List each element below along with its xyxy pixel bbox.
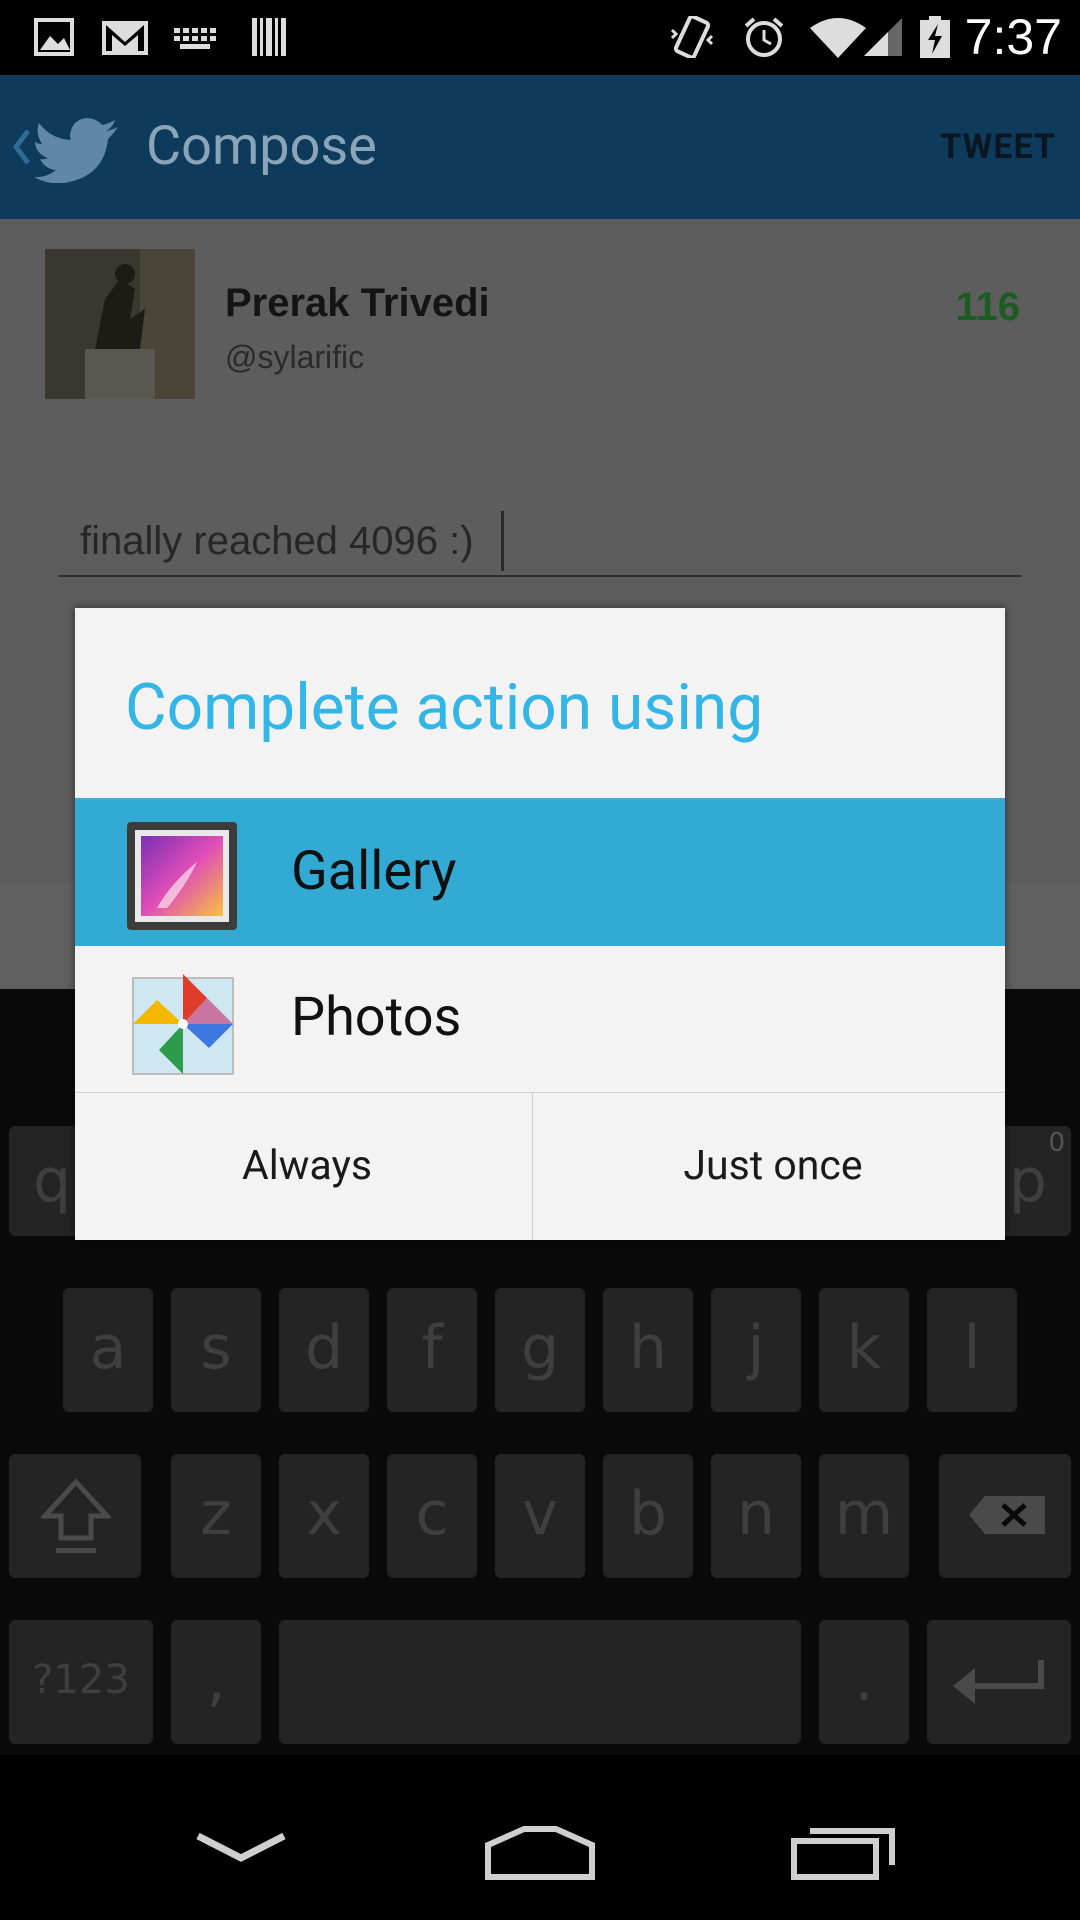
recent-apps-icon[interactable]: [790, 1825, 898, 1881]
back-chevron-icon[interactable]: [194, 1830, 288, 1870]
button-separator: [532, 1093, 533, 1240]
key-a[interactable]: a: [63, 1288, 153, 1412]
keyboard-icon: [174, 28, 216, 49]
enter-key[interactable]: [927, 1620, 1071, 1744]
tweet-text: finally reached 4096 :): [80, 519, 474, 563]
tweet-input[interactable]: finally reached 4096 :): [58, 509, 1022, 577]
app-item-photos[interactable]: Photos: [75, 946, 1005, 1092]
key-h[interactable]: h: [603, 1288, 693, 1412]
clock: 7:37: [964, 9, 1062, 65]
key-j[interactable]: j: [711, 1288, 801, 1412]
key-n[interactable]: n: [711, 1454, 801, 1578]
wifi-icon: [810, 18, 866, 58]
always-button[interactable]: Always: [75, 1093, 539, 1240]
app-item-gallery[interactable]: Gallery: [75, 800, 1005, 946]
app-label-gallery: Gallery: [291, 840, 457, 903]
twitter-bird-icon[interactable]: [34, 117, 120, 183]
alarm-icon: [744, 17, 784, 57]
chevron-left-icon[interactable]: [12, 127, 32, 167]
space-key[interactable]: [279, 1620, 801, 1744]
user-name: Prerak Trivedi: [225, 281, 490, 325]
key-s[interactable]: s: [171, 1288, 261, 1412]
avatar[interactable]: [45, 249, 195, 399]
key-x[interactable]: x: [279, 1454, 369, 1578]
image-notification-icon: [34, 18, 74, 56]
shift-arrow-icon: [41, 1478, 111, 1553]
battery-charging-icon: [920, 16, 950, 58]
backspace-icon: [969, 1496, 1045, 1534]
key-p-hint: 0: [1048, 1128, 1065, 1158]
backspace-key[interactable]: [939, 1454, 1071, 1578]
period-key[interactable]: .: [819, 1620, 909, 1744]
gallery-icon: [127, 822, 237, 930]
avatar-image: [45, 249, 195, 399]
comma-key[interactable]: ,: [171, 1620, 261, 1744]
character-count: 116: [955, 285, 1020, 329]
key-v[interactable]: v: [495, 1454, 585, 1578]
dialog-title: Complete action using: [125, 670, 764, 745]
enter-arrow-icon: [953, 1660, 1044, 1704]
page-title: Compose: [146, 115, 377, 178]
tweet-button[interactable]: TWEET: [940, 127, 1056, 167]
shift-key[interactable]: [9, 1454, 141, 1578]
key-f[interactable]: f: [387, 1288, 477, 1412]
app-label-photos: Photos: [291, 986, 462, 1049]
barcode-icon: [252, 18, 286, 56]
home-icon[interactable]: [484, 1825, 596, 1881]
photos-pinwheel-icon: [132, 974, 234, 1075]
user-handle: @sylarific: [225, 339, 365, 375]
key-b[interactable]: b: [603, 1454, 693, 1578]
symbols-key[interactable]: ?123: [9, 1620, 153, 1744]
key-d[interactable]: d: [279, 1288, 369, 1412]
just-once-button[interactable]: Just once: [541, 1093, 1005, 1240]
text-cursor: [501, 511, 504, 571]
key-l[interactable]: l: [927, 1288, 1017, 1412]
action-bar: Compose TWEET: [0, 75, 1080, 219]
chooser-dialog: Complete action using Gallery Photos Alw…: [75, 608, 1005, 1240]
key-g[interactable]: g: [495, 1288, 585, 1412]
key-c[interactable]: c: [387, 1454, 477, 1578]
gmail-icon: [102, 21, 148, 55]
status-bar: 7:37: [0, 0, 1080, 75]
key-z[interactable]: z: [171, 1454, 261, 1578]
navigation-bar: [0, 1755, 1080, 1920]
signal-icon: [864, 18, 902, 56]
vibrate-icon: [670, 16, 714, 58]
key-k[interactable]: k: [819, 1288, 909, 1412]
key-m[interactable]: m: [819, 1454, 909, 1578]
